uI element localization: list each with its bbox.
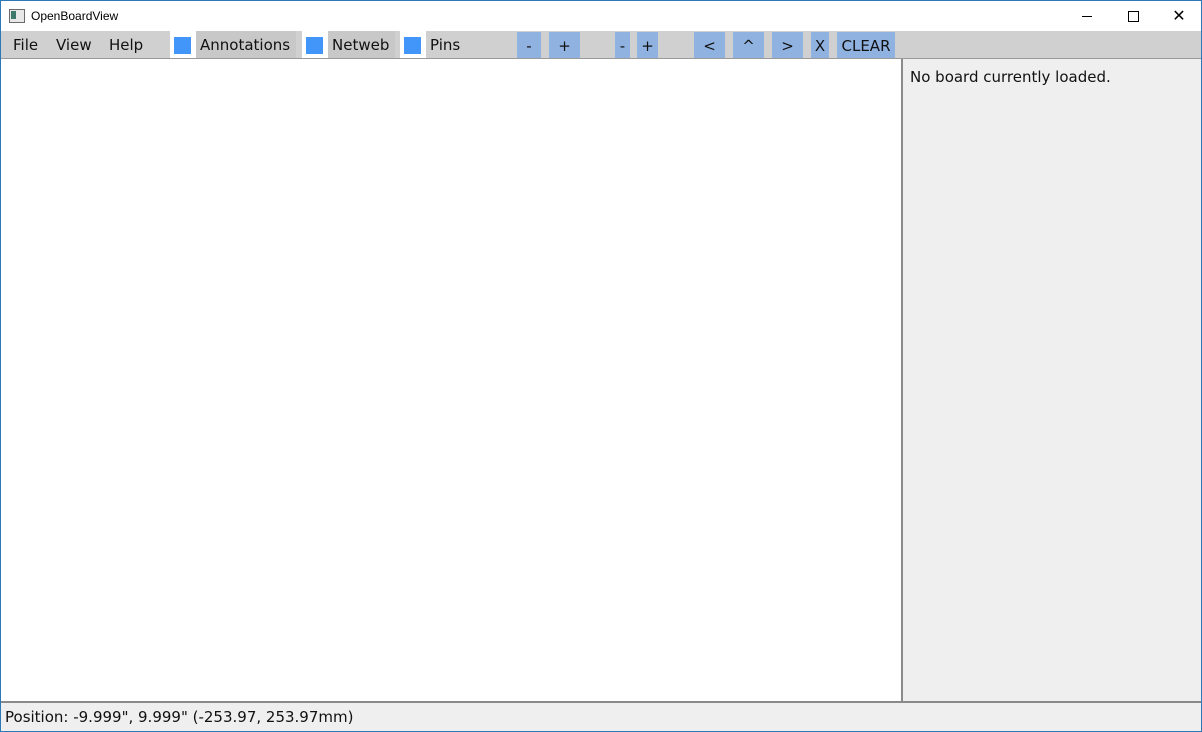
annotations-checkbox[interactable] [170,31,196,58]
close-search-button[interactable]: X [811,32,829,58]
clear-button[interactable]: CLEAR [837,32,895,58]
close-icon: ✕ [1172,8,1186,25]
maximize-button[interactable] [1110,1,1156,31]
app-window: OpenBoardView ✕ File View Help Annotatio… [0,0,1202,732]
app-icon [9,9,25,23]
zoom-out-button[interactable]: - [517,32,541,58]
checkbox-checked-icon [404,37,421,54]
side-panel: No board currently loaded. [901,59,1201,701]
maximize-icon [1127,10,1139,22]
menu-view[interactable]: View [56,31,92,58]
next-button[interactable]: > [772,32,803,58]
menu-help[interactable]: Help [109,31,143,58]
status-bar: Position: -9.999", 9.999" (-253.97, 253.… [1,701,1201,731]
close-window-button[interactable]: ✕ [1156,1,1202,31]
up-button[interactable]: ^ [733,32,764,58]
menu-bar: File View Help Annotations Netweb Pins -… [1,31,1201,59]
minimize-button[interactable] [1064,1,1110,31]
no-board-message: No board currently loaded. [910,68,1111,86]
minimize-icon [1082,15,1092,17]
title-bar[interactable]: OpenBoardView ✕ [1,1,1201,31]
position-readout: Position: -9.999", 9.999" (-253.97, 253.… [5,708,354,726]
menu-file[interactable]: File [13,31,38,58]
netweb-label[interactable]: Netweb [328,31,396,58]
pins-checkbox[interactable] [400,31,426,58]
pins-label[interactable]: Pins [426,31,466,58]
checkbox-checked-icon [306,37,323,54]
secondary-minus-button[interactable]: - [615,32,630,58]
checkbox-checked-icon [174,37,191,54]
previous-button[interactable]: < [694,32,725,58]
board-canvas[interactable] [1,59,901,701]
annotations-label[interactable]: Annotations [196,31,297,58]
secondary-plus-button[interactable]: + [637,32,658,58]
netweb-checkbox[interactable] [302,31,328,58]
window-title: OpenBoardView [31,9,119,23]
zoom-in-button[interactable]: + [549,32,580,58]
